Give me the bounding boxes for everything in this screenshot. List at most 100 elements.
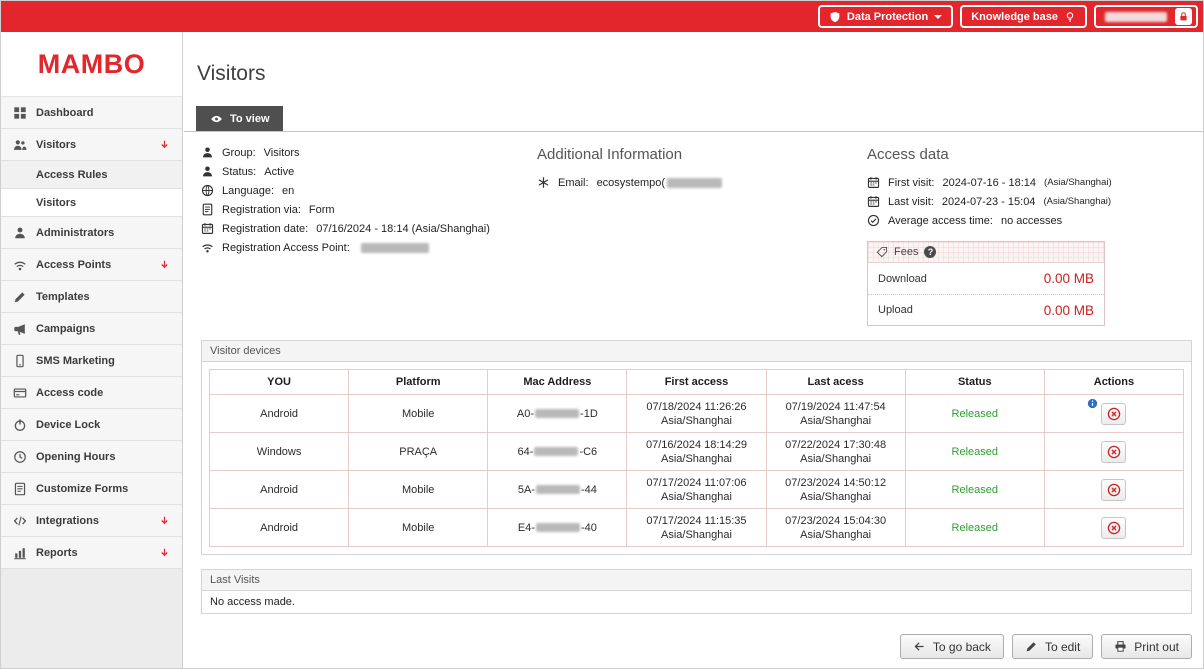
- device-first-access: 07/17/2024 11:07:06Asia/Shanghai: [627, 471, 766, 509]
- device-mac: A0--1D: [488, 395, 627, 433]
- tab-to-view[interactable]: To view: [196, 106, 283, 131]
- field-value: 07/16/2024 - 18:14 (Asia/Shanghai): [316, 223, 490, 235]
- field-value: Form: [309, 204, 335, 216]
- footer-actions: To go back To edit Print out: [900, 634, 1192, 659]
- asterisk-icon: [537, 176, 550, 189]
- sidebar-item-integrations[interactable]: Integrations: [1, 505, 182, 537]
- access-last-visit: Last visit: 2024-07-23 - 15:04 (Asia/Sha…: [867, 195, 1192, 208]
- field-value: 2024-07-23 - 15:04: [942, 196, 1036, 208]
- print-button[interactable]: Print out: [1101, 634, 1192, 659]
- device-last-access: 07/22/2024 17:30:48Asia/Shanghai: [766, 433, 905, 471]
- clock-icon: [13, 450, 27, 464]
- device-os: Android: [210, 509, 349, 547]
- redacted-email: [667, 178, 722, 188]
- circle-x-icon: [1107, 521, 1121, 535]
- field-label: Registration via:: [222, 204, 301, 216]
- device-first-access: 07/16/2024 18:14:29Asia/Shanghai: [627, 433, 766, 471]
- chevron-down-icon: [159, 547, 170, 558]
- access-point-icon: [201, 241, 214, 254]
- calendar-icon: [867, 195, 880, 208]
- sidebar-item-label: Dashboard: [36, 107, 93, 119]
- field-label: Registration Access Point:: [222, 242, 350, 254]
- fees-header: Fees ?: [868, 242, 1104, 263]
- profile-field-group: Group: Visitors: [201, 146, 537, 159]
- fees-title: Fees: [894, 246, 918, 258]
- edit-button[interactable]: To edit: [1012, 634, 1093, 659]
- sidebar-item-label: Visitors: [36, 139, 76, 151]
- check-circle-icon: [867, 214, 880, 227]
- globe-icon: [201, 184, 214, 197]
- sidebar-item-access-code[interactable]: Access code: [1, 377, 182, 409]
- fees-value: 0.00 MB: [1044, 271, 1094, 286]
- disconnect-device-button[interactable]: [1101, 479, 1126, 501]
- timezone-label: (Asia/Shanghai): [1043, 196, 1111, 207]
- lock-icon: [1178, 11, 1189, 22]
- disconnect-device-button[interactable]: [1101, 441, 1126, 463]
- printer-icon: [1114, 640, 1127, 653]
- last-visits-title: Last Visits: [202, 570, 1191, 591]
- sidebar-item-access-points[interactable]: Access Points: [1, 249, 182, 281]
- profile-field-status: Status: Active: [201, 165, 537, 178]
- field-value: 2024-07-16 - 18:14: [942, 177, 1036, 189]
- sidebar-item-visitors-detail[interactable]: Visitors: [1, 189, 182, 217]
- calendar-icon: [201, 222, 214, 235]
- user-menu-button[interactable]: [1094, 5, 1198, 28]
- sidebar-item-device-lock[interactable]: Device Lock: [1, 409, 182, 441]
- main-content: Visitors To view Group: Visitors Status:…: [184, 32, 1203, 668]
- mobile-icon: [13, 354, 27, 368]
- mambo-logo: MAMBO: [1, 32, 182, 97]
- disconnect-device-button[interactable]: [1101, 517, 1126, 539]
- user-icon: [13, 226, 27, 240]
- section-title-access-data: Access data: [867, 146, 1192, 163]
- shield-icon: [829, 11, 841, 23]
- sidebar-item-opening-hours[interactable]: Opening Hours: [1, 441, 182, 473]
- field-label: Email:: [558, 177, 589, 189]
- sidebar-item-administrators[interactable]: Administrators: [1, 217, 182, 249]
- knowledge-base-label: Knowledge base: [971, 11, 1058, 23]
- sidebar-item-customize-forms[interactable]: Customize Forms: [1, 473, 182, 505]
- device-row: Windows PRAÇA 64--C6 07/16/2024 18:14:29…: [210, 433, 1184, 471]
- sidebar-item-dashboard[interactable]: Dashboard: [1, 97, 182, 129]
- chevron-down-icon: [159, 139, 170, 150]
- disconnect-device-button[interactable]: [1101, 403, 1126, 425]
- help-icon[interactable]: ?: [924, 246, 936, 258]
- redacted-access-point: [361, 243, 429, 253]
- sidebar-item-reports[interactable]: Reports: [1, 537, 182, 569]
- timezone-label: (Asia/Shanghai): [1044, 177, 1112, 188]
- profile-field-language: Language: en: [201, 184, 537, 197]
- device-first-access: 07/17/2024 11:15:35Asia/Shanghai: [627, 509, 766, 547]
- device-last-access: 07/23/2024 14:50:12Asia/Shanghai: [766, 471, 905, 509]
- go-back-label: To go back: [933, 640, 991, 654]
- sidebar-item-templates[interactable]: Templates: [1, 281, 182, 313]
- field-value: ecosystempo(: [597, 177, 722, 189]
- info-icon[interactable]: [1087, 398, 1098, 409]
- sidebar-item-visitors[interactable]: Visitors: [1, 129, 182, 161]
- knowledge-base-button[interactable]: Knowledge base: [960, 5, 1087, 28]
- edit-label: To edit: [1045, 640, 1080, 654]
- redacted-mac: [535, 409, 579, 418]
- sidebar: MAMBO Dashboard Visitors Access Rules Vi…: [1, 32, 183, 668]
- device-row: Android Mobile A0--1D 07/18/2024 11:26:2…: [210, 395, 1184, 433]
- go-back-button[interactable]: To go back: [900, 634, 1004, 659]
- sidebar-item-sms-marketing[interactable]: SMS Marketing: [1, 345, 182, 377]
- device-os: Android: [210, 471, 349, 509]
- field-label: Language:: [222, 185, 274, 197]
- field-label: Average access time:: [888, 215, 993, 227]
- sidebar-item-campaigns[interactable]: Campaigns: [1, 313, 182, 345]
- field-value: no accesses: [1001, 215, 1062, 227]
- field-value: en: [282, 185, 294, 197]
- data-protection-button[interactable]: Data Protection: [818, 5, 953, 28]
- circle-x-icon: [1107, 445, 1121, 459]
- device-last-access: 07/23/2024 15:04:30Asia/Shanghai: [766, 509, 905, 547]
- visitor-detail: Group: Visitors Status: Active Language:…: [184, 132, 1203, 614]
- sidebar-item-access-rules[interactable]: Access Rules: [1, 161, 182, 189]
- device-row: Android Mobile 5A--44 07/17/2024 11:07:0…: [210, 471, 1184, 509]
- redacted-mac: [534, 447, 578, 456]
- devices-header-row: YOU Platform Mac Address First access La…: [210, 370, 1184, 395]
- data-protection-label: Data Protection: [847, 11, 928, 23]
- device-actions: [1044, 433, 1183, 471]
- device-status: Released: [905, 433, 1044, 471]
- fees-row-upload: Upload 0.00 MB: [868, 294, 1104, 325]
- device-last-access: 07/19/2024 11:47:54Asia/Shanghai: [766, 395, 905, 433]
- wifi-icon: [13, 258, 27, 272]
